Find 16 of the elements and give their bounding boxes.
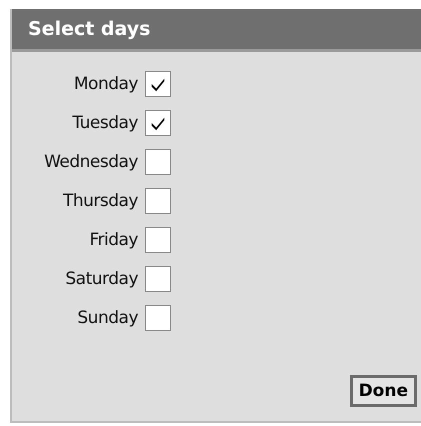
checkbox[interactable]: [145, 227, 171, 253]
day-label: Thursday: [62, 191, 138, 211]
checkbox[interactable]: [145, 71, 171, 97]
checkbox[interactable]: [145, 188, 171, 214]
day-label: Monday: [72, 74, 138, 94]
day-label: Wednesday: [43, 152, 138, 172]
checkbox[interactable]: [145, 149, 171, 175]
checkbox[interactable]: [145, 110, 171, 136]
day-label: Friday: [88, 230, 138, 250]
window-title: Select days: [12, 9, 421, 52]
checkbox[interactable]: [145, 305, 171, 331]
checkbox[interactable]: [145, 266, 171, 292]
day-label: Sunday: [76, 308, 138, 328]
day-label: Saturday: [64, 269, 138, 289]
day-label: Tuesday: [71, 113, 138, 133]
done-button[interactable]: Done: [350, 375, 417, 407]
